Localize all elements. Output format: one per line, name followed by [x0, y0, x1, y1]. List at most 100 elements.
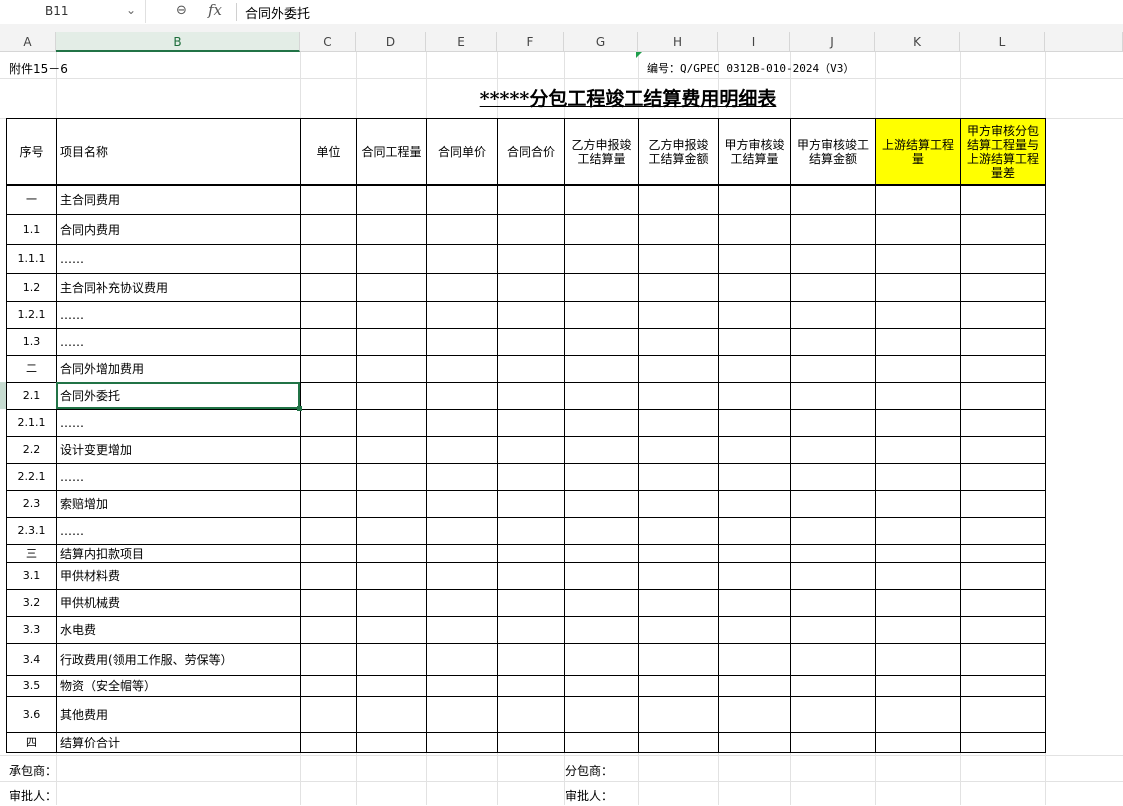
table-cell[interactable]: [875, 436, 961, 464]
fx-icon[interactable]: fx: [208, 1, 222, 19]
header-contract-qty[interactable]: 合同工程量: [356, 118, 427, 185]
table-cell[interactable]: [426, 273, 498, 302]
table-cell[interactable]: [875, 355, 961, 383]
table-cell[interactable]: [426, 409, 498, 437]
table-cell[interactable]: [300, 589, 357, 617]
table-cell[interactable]: [300, 562, 357, 590]
table-cell[interactable]: [638, 214, 719, 245]
table-cell[interactable]: [638, 244, 719, 274]
table-cell[interactable]: [960, 463, 1046, 491]
table-cell[interactable]: [426, 214, 498, 245]
row-item-name[interactable]: 其他费用: [56, 696, 301, 733]
table-cell[interactable]: [875, 409, 961, 437]
table-cell[interactable]: [790, 382, 876, 410]
table-cell[interactable]: [638, 436, 719, 464]
row-seq[interactable]: 二: [6, 355, 57, 383]
table-cell[interactable]: [497, 214, 565, 245]
table-cell[interactable]: [960, 696, 1046, 733]
name-box[interactable]: B11 ⌄: [0, 0, 146, 23]
table-cell[interactable]: [638, 589, 719, 617]
table-cell[interactable]: [875, 696, 961, 733]
table-cell[interactable]: [790, 562, 876, 590]
table-cell[interactable]: [564, 732, 639, 753]
table-cell[interactable]: [718, 517, 791, 545]
table-cell[interactable]: [790, 643, 876, 676]
table-cell[interactable]: [718, 616, 791, 644]
header-seq[interactable]: 序号: [6, 118, 57, 185]
table-cell[interactable]: [875, 273, 961, 302]
table-cell[interactable]: [960, 732, 1046, 753]
column-header-i[interactable]: I: [718, 32, 790, 52]
row-item-name[interactable]: 甲供材料费: [56, 562, 301, 590]
header-a-audit-amt[interactable]: 甲方审核竣工结算金额: [790, 118, 876, 185]
row-seq[interactable]: 2.3.1: [6, 517, 57, 545]
table-cell[interactable]: [426, 301, 498, 329]
table-cell[interactable]: [426, 643, 498, 676]
table-cell[interactable]: [564, 675, 639, 697]
table-cell[interactable]: [300, 382, 357, 410]
table-cell[interactable]: [564, 409, 639, 437]
table-cell[interactable]: [790, 544, 876, 563]
table-cell[interactable]: [875, 490, 961, 518]
table-cell[interactable]: [497, 328, 565, 356]
table-cell[interactable]: [497, 301, 565, 329]
table-cell[interactable]: [790, 328, 876, 356]
header-name[interactable]: 项目名称: [56, 118, 301, 185]
table-cell[interactable]: [497, 544, 565, 563]
table-cell[interactable]: [426, 355, 498, 383]
table-cell[interactable]: [718, 562, 791, 590]
row-seq[interactable]: 2.2.1: [6, 463, 57, 491]
table-cell[interactable]: [638, 382, 719, 410]
table-cell[interactable]: [718, 273, 791, 302]
table-cell[interactable]: [564, 301, 639, 329]
table-cell[interactable]: [718, 244, 791, 274]
column-header-a[interactable]: A: [0, 32, 56, 52]
table-cell[interactable]: [564, 517, 639, 545]
table-cell[interactable]: [497, 616, 565, 644]
table-cell[interactable]: [875, 244, 961, 274]
column-header-j[interactable]: J: [790, 32, 875, 52]
table-cell[interactable]: [564, 244, 639, 274]
table-cell[interactable]: [960, 382, 1046, 410]
table-cell[interactable]: [875, 562, 961, 590]
row-seq[interactable]: 3.4: [6, 643, 57, 676]
table-cell[interactable]: [790, 409, 876, 437]
table-cell[interactable]: [790, 616, 876, 644]
table-cell[interactable]: [426, 517, 498, 545]
table-cell[interactable]: [356, 544, 427, 563]
table-cell[interactable]: [875, 643, 961, 676]
row-seq[interactable]: 3.5: [6, 675, 57, 697]
table-cell[interactable]: [300, 301, 357, 329]
table-cell[interactable]: [497, 185, 565, 215]
table-cell[interactable]: [564, 214, 639, 245]
row-seq[interactable]: 3.6: [6, 696, 57, 733]
table-cell[interactable]: [638, 185, 719, 215]
table-cell[interactable]: [790, 273, 876, 302]
table-cell[interactable]: [790, 244, 876, 274]
table-cell[interactable]: [564, 185, 639, 215]
row-seq[interactable]: 1.2.1: [6, 301, 57, 329]
table-cell[interactable]: [718, 214, 791, 245]
table-cell[interactable]: [426, 675, 498, 697]
table-cell[interactable]: [790, 589, 876, 617]
table-cell[interactable]: [356, 185, 427, 215]
table-cell[interactable]: [790, 517, 876, 545]
attachment-label[interactable]: 附件15－6: [6, 60, 246, 78]
table-cell[interactable]: [638, 409, 719, 437]
table-cell[interactable]: [718, 544, 791, 563]
header-upstream-qty[interactable]: 上游结算工程量: [875, 118, 961, 185]
row-item-name[interactable]: ……: [56, 463, 301, 491]
table-cell[interactable]: [564, 382, 639, 410]
row-item-name[interactable]: ……: [56, 409, 301, 437]
table-cell[interactable]: [718, 696, 791, 733]
table-cell[interactable]: [638, 355, 719, 383]
row-seq[interactable]: 一: [6, 185, 57, 215]
table-cell[interactable]: [497, 409, 565, 437]
table-cell[interactable]: [960, 616, 1046, 644]
table-cell[interactable]: [638, 616, 719, 644]
table-cell[interactable]: [638, 643, 719, 676]
name-box-value[interactable]: B11: [45, 4, 69, 18]
table-cell[interactable]: [718, 643, 791, 676]
row-item-name[interactable]: ……: [56, 301, 301, 329]
row-item-name[interactable]: 合同内费用: [56, 214, 301, 245]
